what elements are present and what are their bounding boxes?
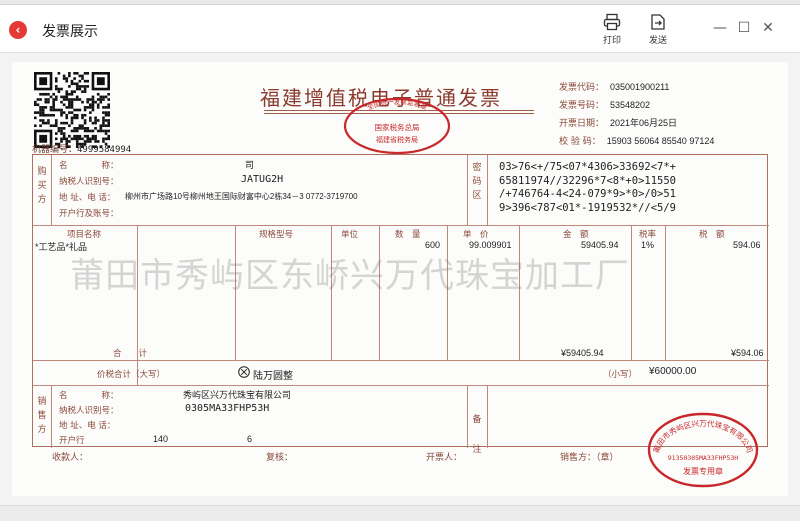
buyer-bank-label: 开户行及账号： [59,209,119,219]
invoice-date: 2021年06月25日 [610,118,678,128]
buyer-address: 柳州市广场路10号柳州地王国际财富中心2栋34－3 0772-3719700 [125,192,358,201]
col-tax: 税 额 [699,230,725,240]
remark-label: 备注 [472,415,482,455]
col-price: 单 价 [463,230,489,240]
grid-line [467,385,468,448]
meta-label: 开票日期： [559,119,605,129]
footer-payee: 收款人： [52,453,89,463]
bottom-strip [0,505,800,521]
item-tax: 594.06 [733,240,761,250]
company-seal-bottom: 发票专用章 [683,466,723,476]
buyer-taxid: JATUG2H [241,174,284,185]
seller-name-label: 名 称： [59,391,119,401]
cipher-line: /+746764-4<24-079*9>*0>/0>51 [499,188,677,200]
seller-taxid-label: 纳税人识别号： [59,406,119,416]
grid-line [631,225,632,360]
tax-seal-bottom: 福建省税务局 [376,135,418,144]
meta-code: 发票代码： 035001900211 [559,80,669,93]
cross-circle-icon [238,366,250,378]
invoice: 机器编号：4999584994 福建增值税电子普通发票 全国统一发票监制章 国家… [12,62,788,496]
grid-line [467,155,468,225]
footer-seller-sign: 销售方：（章） [560,453,619,463]
total-tax: ¥594.06 [731,348,764,358]
title-bar: ‹ 发票展示 打印 发送 — ☐ ✕ [0,5,800,53]
window-title: 发票展示 [42,24,98,40]
buyer-name-label: 名 称： [59,161,119,171]
seller-bank-label: 开户行 [59,436,85,446]
col-rate: 税率 [639,230,657,240]
col-unit: 单位 [341,230,359,240]
invoice-number: 53548202 [610,100,651,110]
maximize-button[interactable]: ☐ [735,19,753,37]
seller-name: 秀屿区兴万代珠宝有限公司 [183,390,292,400]
buyer-address-label: 地 址、电 话： [59,193,116,203]
tax-seal-top-text: 全国统一发票监制章 [366,97,429,112]
grid-line [487,155,488,225]
grand-total-small: ¥60000.00 [649,366,697,377]
company-watermark: 莆田市秀屿区东峤兴万代珠宝加工厂 [70,256,630,296]
send-icon [651,14,665,30]
svg-text:全国统一发票监制章: 全国统一发票监制章 [366,97,429,112]
grid-line [51,385,52,448]
invoice-code: 035001900211 [610,82,670,92]
cipher-line: 03>76<+/75<07*4306>33692<7*+ [499,161,677,173]
grid-line [33,385,769,386]
seller-bank-value: 140 [153,434,169,444]
minimize-button[interactable]: — [711,19,729,37]
send-button[interactable]: 发送 [640,13,676,51]
grid-line [33,360,769,361]
seller-taxid: 0305MA33FHP53H [185,403,270,414]
footer-reviewer: 复核： [266,453,294,463]
grand-total-label: 价税合计（大写） [97,370,166,380]
print-button[interactable]: 打印 [594,13,630,51]
send-label: 发送 [648,36,667,46]
buyer-section-label: 购买方 [37,167,47,205]
col-spec: 规格型号 [259,230,294,240]
tax-supervision-seal: 全国统一发票监制章 国家税务总局 福建省税务局 [343,97,451,155]
cipher-text: 03>76<+/75<07*4306>33692<7*+ 65811974//32… [499,161,676,215]
buyer-name: 司 [245,160,255,170]
check-code: 15903 56064 85540 97124 [606,136,715,146]
close-button[interactable]: ✕ [759,19,777,37]
qr-code [34,72,110,148]
total-amount: ¥59405.94 [561,348,604,358]
col-qty: 数 量 [395,230,421,240]
meta-number: 发票号码： 53548202 [559,98,650,111]
seller-address-label: 地 址、电 话： [59,421,116,431]
seller-section-label: 销售方 [37,397,47,435]
cipher-line: 9>396<787<01*-1919532*//<5/9 [499,201,677,214]
grid-line [665,225,666,360]
col-amount: 金 额 [563,230,589,240]
cipher-section-label: 密码区 [472,163,482,201]
grand-total-small-label: （小写） [603,370,638,380]
footer-issuer: 开票人： [426,453,463,463]
meta-label: 校 验 码： [559,137,601,147]
grid-line [33,225,769,226]
meta-label: 发票代码： [559,83,605,93]
invoice-grid: 购买方 名 称： 司 纳税人识别号： JATUG2H 地 址、电 话： 柳州市广… [32,154,769,455]
total-label: 合 计 [113,349,148,359]
cipher-line: 65811974//32296*7<8*+0>11550 [499,174,677,187]
buyer-taxid-label: 纳税人识别号： [59,177,119,187]
company-invoice-seal: 莆田市秀屿区兴万代珠宝有限公司 91350305MA33FHP53H 发票专用章 [647,412,759,488]
company-seal-code: 91350305MA33FHP53H [668,454,739,462]
seller-bank-tail: 6 [247,434,253,444]
tax-seal-middle: 国家税务总局 [375,122,420,132]
meta-date: 开票日期： 2021年06月25日 [559,116,677,129]
grand-total-capital: 陆万圆整 [253,371,293,382]
item-rate: 1% [641,240,655,250]
printer-icon [603,13,621,31]
meta-check: 校 验 码： 15903 56064 85540 97124 [559,134,714,147]
col-item: 项目名称 [67,230,102,240]
meta-label: 发票号码： [559,101,605,111]
invoice-paper: 机器编号：4999584994 福建增值税电子普通发票 全国统一发票监制章 国家… [12,62,788,496]
grid-line [487,385,488,448]
grid-line [51,155,52,225]
print-label: 打印 [602,36,621,46]
back-icon[interactable]: ‹ [9,21,27,39]
